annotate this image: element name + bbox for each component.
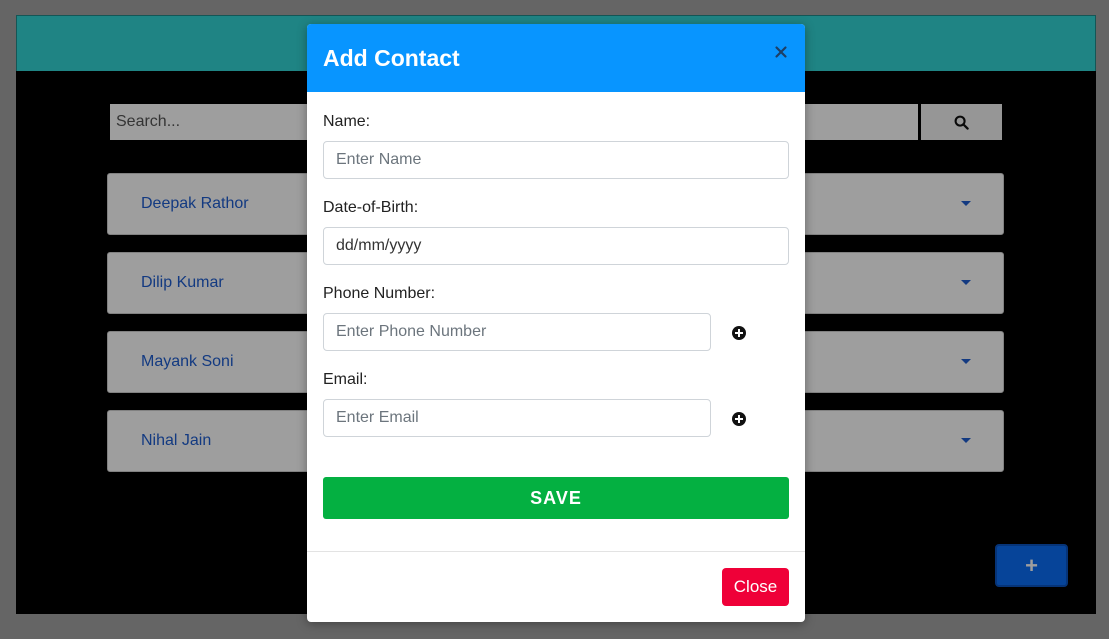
name-label: Name: — [323, 113, 371, 130]
close-button[interactable]: Close — [722, 568, 789, 606]
email-field[interactable] — [323, 399, 711, 437]
plus-circle-icon[interactable] — [732, 326, 746, 340]
dob-label: Date-of-Birth: — [323, 199, 419, 216]
add-contact-modal: Add Contact Name: Date-of-Birth: dd/mm/y… — [307, 24, 805, 622]
plus-circle-icon[interactable] — [732, 412, 746, 426]
dob-field[interactable]: dd/mm/yyyy — [323, 227, 789, 265]
email-label: Email: — [323, 371, 368, 388]
phone-label: Phone Number: — [323, 285, 436, 302]
dob-value: dd/mm/yyyy — [336, 237, 422, 254]
save-button[interactable]: SAVE — [323, 477, 789, 519]
phone-field[interactable] — [323, 313, 711, 351]
modal-footer-divider — [307, 551, 805, 552]
close-icon[interactable] — [773, 44, 789, 60]
name-field[interactable] — [323, 141, 789, 179]
modal-header: Add Contact — [307, 24, 805, 92]
modal-title: Add Contact — [323, 45, 460, 71]
